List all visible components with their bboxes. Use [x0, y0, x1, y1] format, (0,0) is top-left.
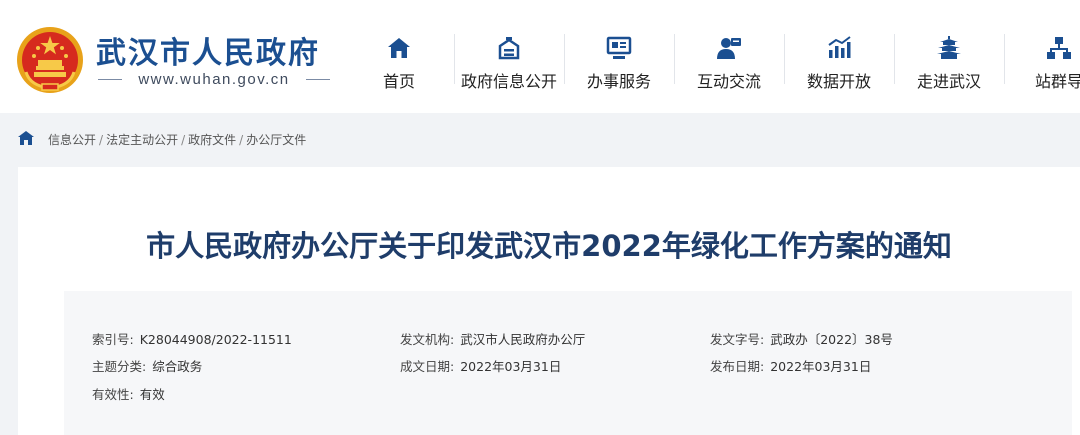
nav-item-home[interactable]: 首页: [344, 30, 454, 91]
meta-label: 发布日期:: [710, 359, 765, 374]
landmark-icon: [937, 36, 961, 59]
meta-value: 综合政务: [152, 359, 203, 374]
meta-issuing-agency: 发文机构: 武汉市人民政府办公厅: [400, 329, 585, 348]
divider-line: [98, 79, 122, 80]
interaction-icon: [717, 38, 741, 59]
site-url[interactable]: www.wuhan.gov.cn: [124, 71, 304, 88]
nav-label: 走进武汉: [916, 72, 981, 91]
data-chart-icon: [828, 36, 851, 58]
meta-value: 武政办〔2022〕38号: [770, 332, 893, 347]
meta-value: 有效: [139, 387, 165, 402]
nav-item-service[interactable]: 办事服务: [564, 30, 674, 91]
meta-written-date: 成文日期: 2022年03月31日: [400, 356, 561, 375]
breadcrumb-link[interactable]: 办公厅文件: [246, 133, 306, 147]
meta-doc-number: 发文字号: 武政办〔2022〕38号: [710, 329, 893, 348]
nav-label: 办事服务: [586, 72, 651, 91]
nav-label: 政府信息公开: [460, 72, 557, 91]
nav-label: 数据开放: [806, 72, 871, 91]
site-url-row: www.wuhan.gov.cn: [98, 71, 330, 88]
nav-item-site-cluster[interactable]: 站群导: [1004, 30, 1080, 91]
meta-index-no: 索引号: K28044908/2022-11511: [92, 329, 292, 348]
meta-label: 发文机构:: [400, 332, 455, 347]
meta-label: 主题分类:: [92, 359, 147, 374]
document-meta-panel: 索引号: K28044908/2022-11511 发文机构: 武汉市人民政府办公厅…: [64, 291, 1072, 435]
nav-item-info-disclosure[interactable]: 政府信息公开: [454, 30, 564, 91]
nav-item-interaction[interactable]: 互动交流: [674, 30, 784, 91]
breadcrumb-separator: /: [99, 133, 104, 147]
breadcrumb-link[interactable]: 政府文件: [188, 133, 236, 147]
site-title[interactable]: 武汉市人民政府: [96, 28, 320, 72]
breadcrumb-link[interactable]: 法定主动公开: [106, 133, 178, 147]
document-card: 市人民政府办公厅关于印发武汉市2022年绿化工作方案的通知 索引号: K28044…: [18, 167, 1080, 435]
breadcrumb-separator: /: [239, 133, 244, 147]
home-icon: [388, 38, 410, 58]
meta-label: 有效性:: [92, 387, 134, 402]
main-nav: 首页 政府信息公开 办事服务 互动交流 数据开放 走进武汉 站群导: [344, 30, 1080, 91]
breadcrumb-separator: /: [181, 133, 186, 147]
breadcrumb-link[interactable]: 信息公开: [48, 133, 96, 147]
divider-line: [306, 79, 330, 80]
site-cluster-icon: [1047, 37, 1071, 59]
meta-category: 主题分类: 综合政务: [92, 356, 202, 375]
meta-value: 2022年03月31日: [770, 359, 872, 374]
meta-label: 成文日期:: [400, 359, 455, 374]
home-icon[interactable]: [18, 131, 34, 145]
meta-value: 武汉市人民政府办公厅: [460, 332, 586, 347]
nav-item-visit-wuhan[interactable]: 走进武汉: [894, 30, 1004, 91]
meta-validity: 有效性: 有效: [92, 384, 165, 403]
document-title: 市人民政府办公厅关于印发武汉市2022年绿化工作方案的通知: [146, 229, 952, 263]
meta-label: 索引号:: [92, 332, 134, 347]
info-disclosure-icon: [498, 37, 520, 60]
meta-label: 发文字号:: [710, 332, 765, 347]
national-emblem-icon: [17, 27, 83, 93]
meta-value: 2022年03月31日: [460, 359, 562, 374]
meta-value: K28044908/2022-11511: [139, 332, 292, 347]
nav-label: 首页: [382, 72, 415, 91]
meta-publish-date: 发布日期: 2022年03月31日: [710, 356, 871, 375]
site-header: 武汉市人民政府 www.wuhan.gov.cn 首页 政府信息公开 办事服务 …: [0, 0, 1080, 113]
nav-label: 互动交流: [696, 72, 761, 91]
nav-item-open-data[interactable]: 数据开放: [784, 30, 894, 91]
nav-label: 站群导: [1034, 72, 1080, 91]
service-icon: [606, 36, 632, 59]
breadcrumb-trail: 信息公开 / 法定主动公开 / 政府文件 / 办公厅文件: [48, 131, 306, 148]
